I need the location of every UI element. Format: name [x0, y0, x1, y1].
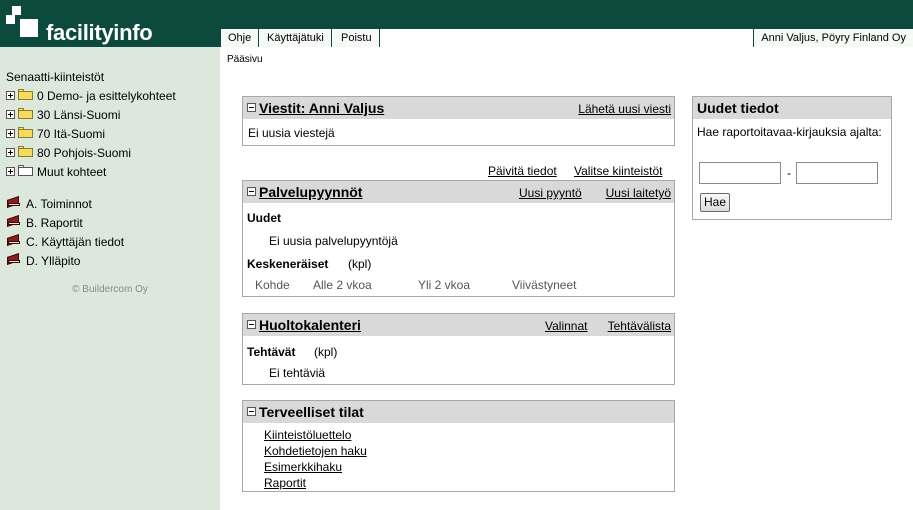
brand-name: facilityinfo: [46, 20, 153, 45]
section-label[interactable]: C. Käyttäjän tiedot: [26, 235, 124, 249]
collapse-icon[interactable]: [247, 320, 256, 329]
folder-icon: [18, 108, 33, 120]
breadcrumb: Pääsivu: [227, 54, 263, 65]
send-message-link[interactable]: Lähetä uusi viesti: [578, 102, 671, 116]
column-header: Alle 2 vkoa: [313, 278, 372, 292]
service-requests-title[interactable]: Palvelupyynnöt: [259, 184, 362, 200]
select-properties-link[interactable]: Valitse kiinteistöt: [574, 164, 662, 178]
in-progress-heading: Keskeneräiset: [247, 257, 329, 271]
new-info-title: Uudet tiedot: [693, 97, 891, 119]
folder-icon: [18, 89, 33, 101]
tree-item-label[interactable]: Muut kohteet: [37, 165, 106, 179]
refresh-link[interactable]: Päivitä tiedot: [488, 164, 557, 178]
tree-item-label[interactable]: 30 Länsi-Suomi: [37, 108, 120, 122]
property-search-link[interactable]: Kohdetietojen haku: [264, 444, 367, 458]
sidebar: Senaatti-kiinteistöt 0 Demo- ja esittely…: [0, 47, 220, 510]
logo-mark: [12, 6, 21, 15]
column-header: Viivästyneet: [512, 278, 577, 292]
logo-mark-square-large: [20, 19, 38, 37]
collapse-icon[interactable]: [247, 103, 256, 112]
service-requests-panel: Palvelupyynnöt Uusi pyyntö Uusi laitetyö…: [242, 180, 675, 297]
messages-panel-header: Viestit: Anni Valjus Lähetä uusi viesti: [243, 97, 674, 119]
new-device-work-link[interactable]: Uusi laitetyö: [606, 186, 671, 200]
example-search-link[interactable]: Esimerkkihaku: [264, 460, 342, 474]
tree-item-demo[interactable]: 0 Demo- ja esittelykohteet: [6, 88, 176, 104]
new-info-panel: Uudet tiedot Hae raportoitavaa-kirjauksi…: [692, 96, 892, 220]
column-header: Kohde: [255, 278, 290, 292]
maintenance-calendar-title[interactable]: Huoltokalenteri: [259, 317, 361, 333]
folder-icon: [18, 146, 33, 158]
column-header: Yli 2 vkoa: [418, 278, 471, 292]
tree-item-ita-suomi[interactable]: 70 Itä-Suomi: [6, 126, 105, 142]
new-requests-empty: Ei uusia palvelupyyntöjä: [269, 234, 398, 248]
sidebar-title: Senaatti-kiinteistöt: [6, 70, 105, 84]
end-date-input[interactable]: [796, 162, 878, 184]
section-label[interactable]: A. Toiminnot: [26, 197, 92, 211]
tasks-heading: Tehtävät: [247, 345, 296, 359]
expand-icon[interactable]: [6, 129, 15, 139]
date-separator: -: [787, 166, 791, 180]
nav-help[interactable]: Ohje: [220, 29, 260, 47]
copyright: © Buildercom Oy: [72, 284, 148, 295]
expand-icon[interactable]: [6, 91, 15, 101]
nav-user-support[interactable]: Käyttäjätuki: [260, 29, 332, 47]
section-toiminnot[interactable]: A. Toiminnot: [6, 195, 92, 212]
new-info-description: Hae raportoitavaa-kirjauksia ajalta:: [697, 125, 882, 139]
expand-icon[interactable]: [6, 167, 15, 177]
folder-icon: [18, 127, 33, 139]
tree-item-label[interactable]: 70 Itä-Suomi: [37, 127, 105, 141]
folder-empty-icon: [18, 165, 33, 177]
maintenance-calendar-header: Huoltokalenteri Valinnat Tehtävälista: [243, 314, 674, 336]
service-requests-header: Palvelupyynnöt Uusi pyyntö Uusi laitetyö: [243, 181, 674, 203]
in-progress-unit: (kpl): [348, 257, 372, 271]
collapse-icon[interactable]: [247, 187, 256, 196]
start-date-input[interactable]: [699, 162, 781, 184]
book-icon: [6, 214, 21, 228]
section-kayttajan-tiedot[interactable]: C. Käyttäjän tiedot: [6, 233, 124, 250]
book-icon: [6, 233, 21, 247]
messages-empty-text: Ei uusia viestejä: [248, 126, 335, 140]
new-requests-heading: Uudet: [247, 211, 281, 225]
logo-mark-square: [6, 15, 15, 24]
new-request-link[interactable]: Uusi pyyntö: [519, 186, 582, 200]
reports-link[interactable]: Raportit: [264, 476, 306, 490]
property-list-link[interactable]: Kiinteistöluettelo: [264, 428, 351, 442]
section-yllapito[interactable]: D. Ylläpito: [6, 252, 80, 269]
top-nav: Ohje Käyttäjätuki Poistu Anni Valjus, Pö…: [220, 28, 913, 47]
healthy-spaces-header: Terveelliset tilat: [243, 401, 674, 423]
healthy-spaces-panel: Terveelliset tilat Kiinteistöluettelo Ko…: [242, 400, 675, 492]
messages-panel: Viestit: Anni Valjus Lähetä uusi viesti …: [242, 96, 675, 146]
section-raportit[interactable]: B. Raportit: [6, 214, 83, 231]
tree-item-muut-kohteet[interactable]: Muut kohteet: [6, 164, 106, 180]
current-user: Anni Valjus, Pöyry Finland Oy: [753, 29, 913, 47]
tree-item-label[interactable]: 80 Pohjois-Suomi: [37, 146, 131, 160]
section-label[interactable]: D. Ylläpito: [26, 254, 80, 268]
collapse-icon[interactable]: [247, 407, 256, 416]
section-label[interactable]: B. Raportit: [26, 216, 83, 230]
options-link[interactable]: Valinnat: [545, 319, 587, 333]
healthy-spaces-title: Terveelliset tilat: [259, 404, 364, 420]
maintenance-calendar-panel: Huoltokalenteri Valinnat Tehtävälista Te…: [242, 313, 675, 385]
book-icon: [6, 195, 21, 209]
search-button[interactable]: Hae: [700, 193, 730, 212]
task-list-link[interactable]: Tehtävälista: [608, 319, 671, 333]
facilityinfo-logo[interactable]: facilityinfo: [6, 6, 216, 45]
book-icon: [6, 252, 21, 266]
tasks-unit: (kpl): [314, 345, 338, 359]
tree-item-pohjois-suomi[interactable]: 80 Pohjois-Suomi: [6, 145, 131, 161]
tree-item-lansi-suomi[interactable]: 30 Länsi-Suomi: [6, 107, 120, 123]
expand-icon[interactable]: [6, 110, 15, 120]
expand-icon[interactable]: [6, 148, 15, 158]
tasks-empty: Ei tehtäviä: [269, 366, 326, 380]
tree-item-label[interactable]: 0 Demo- ja esittelykohteet: [37, 89, 176, 103]
messages-title[interactable]: Viestit: Anni Valjus: [259, 100, 384, 116]
header: facilityinfo Ohje Käyttäjätuki Poistu An…: [0, 0, 913, 47]
nav-logout[interactable]: Poistu: [334, 29, 380, 47]
